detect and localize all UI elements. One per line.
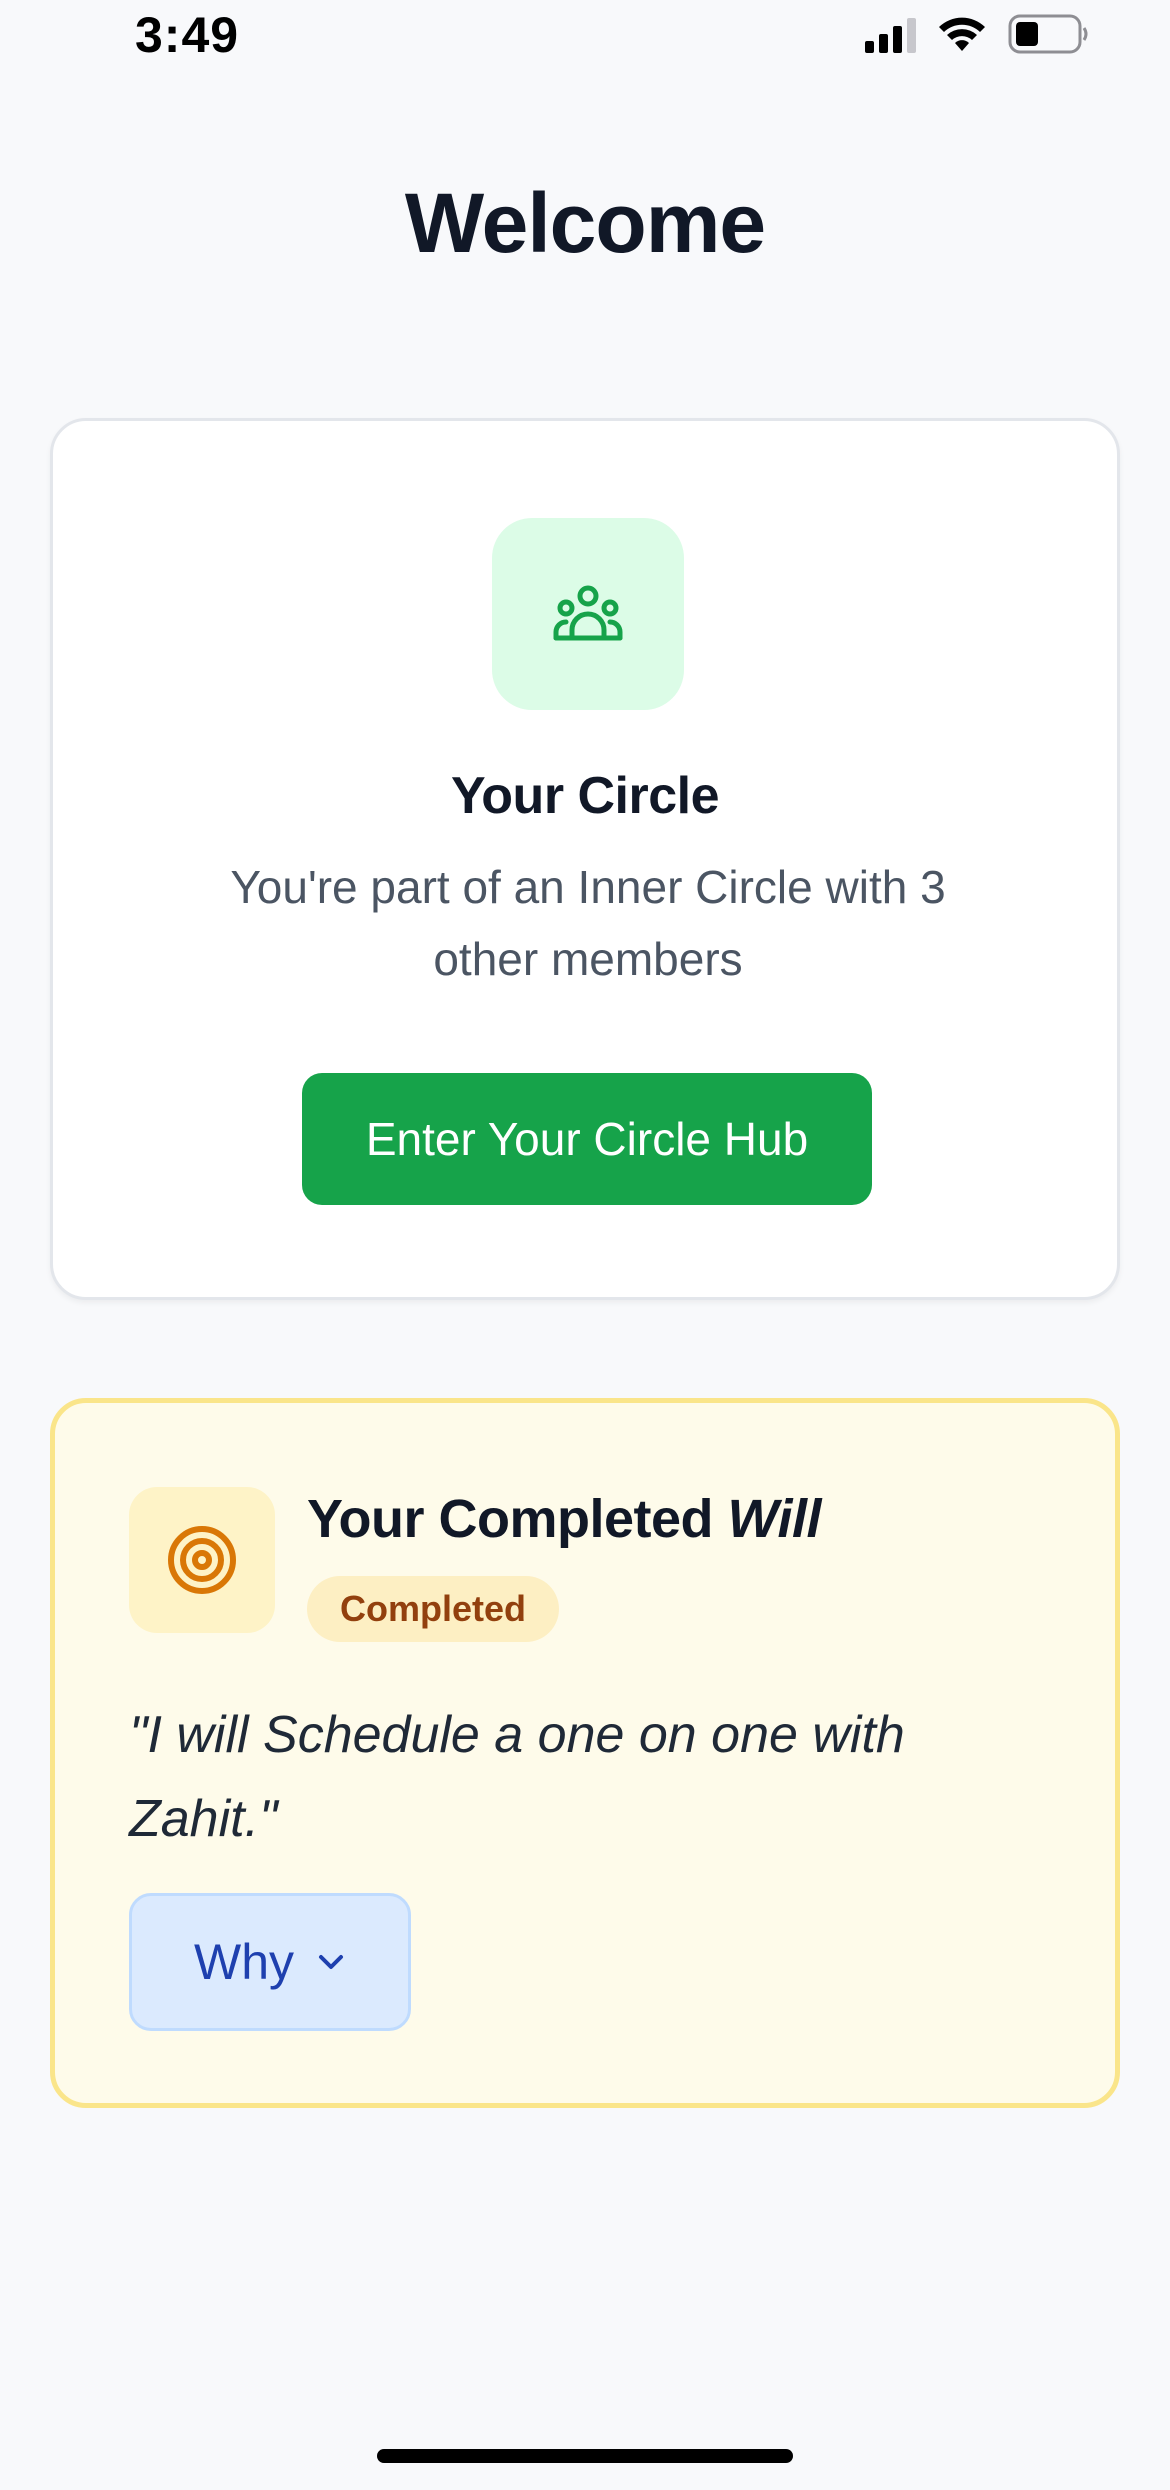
battery-icon: [1008, 14, 1088, 54]
will-title-prefix: Your Completed: [307, 1489, 728, 1549]
page-title: Welcome: [404, 176, 766, 270]
circle-icon-box: [492, 518, 684, 710]
status-badge: Completed: [307, 1576, 559, 1642]
will-quote: "I will Schedule a one on one with Zahit…: [129, 1706, 905, 1848]
will-card: Your Completed Will Completed "I will Sc…: [50, 1398, 1120, 2108]
enter-circle-hub-button[interactable]: Enter Your Circle Hub: [302, 1073, 872, 1205]
status-time: 3:49: [135, 7, 240, 63]
screen: 3:49 Welcome Your Circle You're part of …: [0, 0, 1170, 2490]
target-icon: [168, 1526, 236, 1594]
status-icons: [865, 14, 1090, 54]
wifi-icon: [939, 17, 985, 51]
circle-description: You're part of an Inner Circle with 3 ot…: [230, 861, 946, 985]
circle-card: Your Circle You're part of an Inner Circ…: [50, 418, 1120, 1300]
signal-icon: [865, 15, 916, 53]
why-button-label: Why: [194, 1934, 294, 1990]
target-icon-box: [129, 1487, 275, 1633]
will-title-emphasis: Will: [727, 1489, 822, 1549]
people-group-icon: [553, 585, 623, 641]
status-bar: 3:49: [0, 0, 1170, 80]
home-indicator[interactable]: [377, 2449, 793, 2463]
why-button[interactable]: Why: [129, 1893, 411, 2031]
will-title: Your Completed Will: [307, 1488, 822, 1550]
chevron-down-icon: [319, 1955, 343, 1969]
circle-title: Your Circle: [450, 767, 720, 825]
